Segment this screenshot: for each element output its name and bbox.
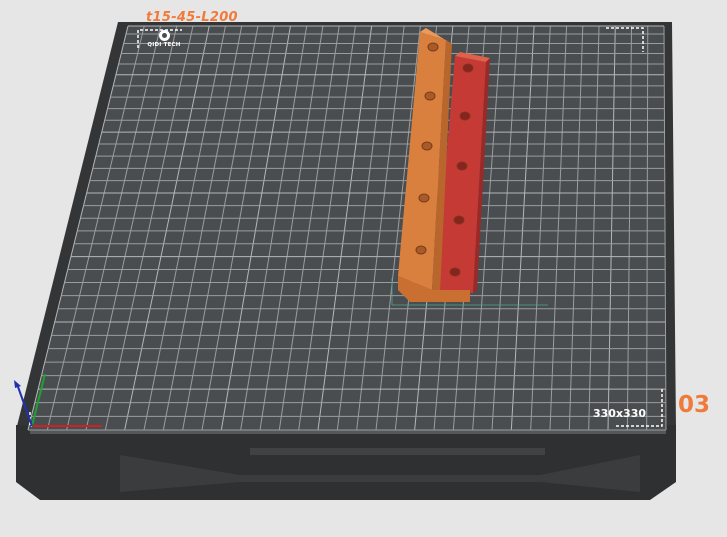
bolt-hole [424, 91, 436, 101]
scene-canvas[interactable] [0, 0, 727, 537]
qidi-tech-logo-icon: QIDI TECH [145, 30, 183, 52]
3d-viewport[interactable]: QIDI TECH t15-45-L200 330x330 03 [0, 0, 727, 537]
bolt-hole [462, 63, 474, 73]
bolt-hole [421, 141, 433, 151]
bolt-hole [453, 215, 465, 225]
plate-number-label[interactable]: 03 [678, 392, 710, 418]
bolt-hole [427, 42, 439, 52]
bed-size-label: 330x330 [593, 407, 647, 420]
bolt-hole [456, 161, 468, 171]
logo-text: QIDI TECH [147, 42, 181, 48]
bolt-hole [415, 245, 427, 255]
plate-name-label[interactable]: t15-45-L200 [146, 10, 238, 25]
bolt-hole [449, 267, 461, 277]
bolt-hole [459, 111, 471, 121]
bolt-hole [418, 193, 430, 203]
